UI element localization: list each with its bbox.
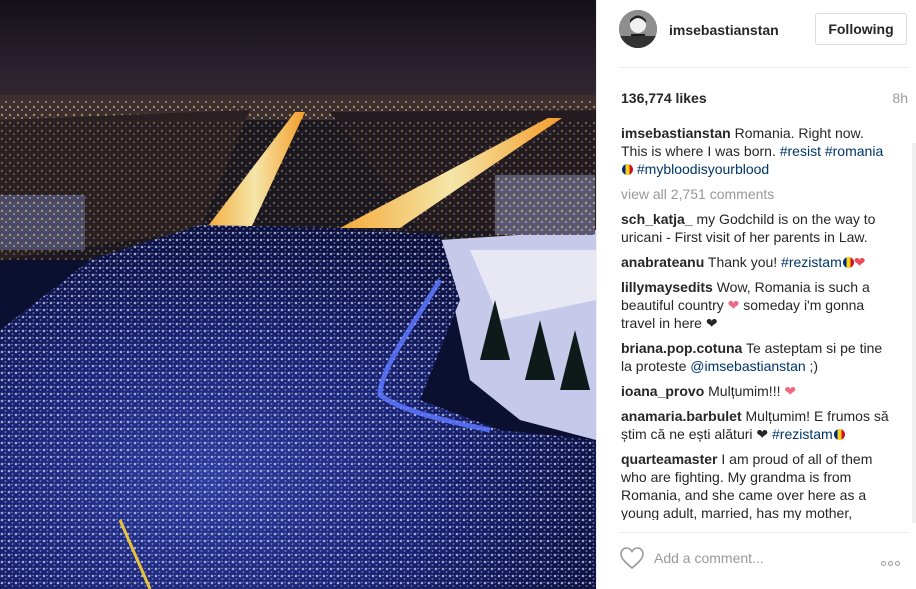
comment-text: Mulțumim!!! [708,383,781,399]
hashtag-link[interactable]: #mybloodisyourblood [637,161,769,177]
post-photo[interactable] [0,0,596,589]
protest-night-photo [0,0,596,589]
view-all-comments-link[interactable]: view all 2,751 comments [621,185,893,203]
like-button[interactable] [619,546,645,570]
comment-username[interactable]: anamaria.barbulet [621,408,742,424]
comment-text: Thank you! [707,254,778,270]
caption-username[interactable]: imsebastianstan [621,125,731,141]
hashtag-link[interactable]: #romania [825,143,883,159]
list-item: ioana_provo Mulțumim!!! ❤ [621,382,893,400]
black-heart-icon: ❤ [756,426,769,442]
hashtag-link[interactable]: #rezistam [772,426,833,442]
more-options-icon [881,561,886,566]
black-heart-icon: ❤ [705,315,718,331]
comment-username[interactable]: quarteamaster [621,451,718,467]
instagram-post: imsebastianstan Following 136,774 likes … [0,0,916,589]
sparkling-heart-icon: ❤ [784,383,797,399]
post-sidebar: imsebastianstan Following 136,774 likes … [596,0,916,589]
more-options-button[interactable] [881,553,909,566]
list-item: sch_katja_ my Godchild is on the way to … [621,210,893,246]
more-options-icon [888,561,893,566]
list-item: quarteamaster I am proud of all of them … [621,450,893,520]
hashtag-link[interactable]: #resist [780,143,821,159]
caption: imsebastianstan Romania. Right now. This… [621,124,893,178]
comments-list: imsebastianstan Romania. Right now. This… [621,124,893,520]
list-item: lillymaysedits Wow, Romania is such a be… [621,278,893,332]
comment-username[interactable]: anabrateanu [621,254,704,270]
add-comment-input[interactable] [654,547,854,569]
heart-emoji-icon: ❤ [853,254,866,270]
list-item: anabrateanu Thank you! #rezistam ❤ [621,253,893,271]
comment-username[interactable]: briana.pop.cotuna [621,340,742,356]
comment-username[interactable]: sch_katja_ [621,211,693,227]
post-username[interactable]: imsebastianstan [669,22,779,38]
following-button[interactable]: Following [815,13,907,45]
footer-divider [619,532,909,533]
list-item: anamaria.barbulet Mulțumim! E frumos să … [621,407,893,443]
post-header: imsebastianstan Following [619,10,909,52]
post-time[interactable]: 8h [892,90,908,106]
avatar[interactable] [619,10,657,48]
comment-username[interactable]: lillymaysedits [621,279,713,295]
comments-scrollbar[interactable] [912,143,916,523]
header-divider [619,67,909,68]
comment-username[interactable]: ioana_provo [621,383,704,399]
romania-flag-icon [842,257,854,268]
list-item: briana.pop.cotuna Te asteptam si pe tine… [621,339,893,375]
sparkling-heart-icon: ❤ [727,297,740,313]
romania-flag-icon [833,429,845,440]
romania-flag-icon [622,164,633,175]
comment-text: ;) [809,358,819,374]
mention-link[interactable]: @imsebastianstan [690,358,805,374]
heart-outline-icon [620,547,644,570]
likes-row: 136,774 likes 8h [621,90,908,108]
likes-count[interactable]: 136,774 likes [621,90,707,106]
more-options-icon [895,561,900,566]
profile-photo-icon [619,10,657,48]
hashtag-link[interactable]: #rezistam [781,254,842,270]
